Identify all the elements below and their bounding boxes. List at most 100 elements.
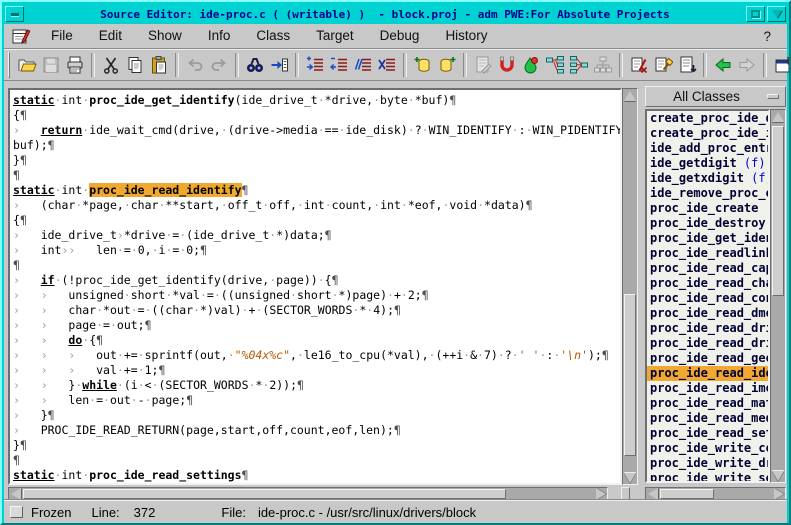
build-edit-button[interactable] [651, 52, 675, 78]
list-scroll-left-arrow[interactable] [646, 488, 659, 500]
list-vscroll-thumb[interactable] [772, 126, 784, 296]
scroll-down-arrow[interactable] [623, 471, 637, 484]
class-list[interactable]: create_proc_ide_drivescreate_proc_ide_in… [645, 109, 770, 483]
function-marker: (f) [744, 171, 768, 185]
mark-drop-button[interactable] [519, 52, 543, 78]
class-list-item[interactable]: proc_ide_get_identify [647, 231, 768, 246]
indent-icon [305, 55, 325, 75]
list-scroll-right-arrow[interactable] [772, 488, 785, 500]
class-list-item[interactable]: proc_ide_read_media [647, 411, 768, 426]
frozen-label: Frozen [31, 505, 71, 520]
add-item-button[interactable] [411, 52, 435, 78]
toolbar-separator [175, 53, 179, 77]
class-list-item[interactable]: proc_ide_write_settings [647, 471, 768, 483]
toolbar-separator [763, 53, 767, 77]
class-list-item[interactable]: create_proc_ide_interfaces [647, 126, 768, 141]
class-list-item[interactable]: ide_add_proc_entries [647, 141, 768, 156]
paste-icon [149, 55, 169, 75]
class-list-item[interactable]: proc_ide_read_settings [647, 426, 768, 441]
save-button [39, 52, 63, 78]
cut-button[interactable] [99, 52, 123, 78]
code-line: ¶ [13, 258, 620, 273]
list-scroll-up-arrow[interactable] [771, 110, 785, 123]
outdent-button[interactable] [327, 52, 351, 78]
class-list-item[interactable]: proc_ide_read_geometry [647, 351, 768, 366]
delete-edit-button[interactable] [627, 52, 651, 78]
menu-class[interactable]: Class [243, 25, 303, 46]
menu-target[interactable]: Target [303, 25, 367, 46]
all-classes-selector[interactable]: All Classes [645, 86, 786, 107]
class-list-item[interactable]: proc_ide_read_config [647, 291, 768, 306]
properties-button[interactable] [771, 52, 791, 78]
open-button[interactable] [15, 52, 39, 78]
class-list-item[interactable]: proc_ide_read_imodel [647, 381, 768, 396]
scroll-up-arrow[interactable] [623, 89, 637, 102]
list-vscrollbar[interactable] [770, 109, 786, 483]
class-list-item[interactable]: ide_getxdigit (f) [647, 171, 768, 186]
editor-hscroll-thumb[interactable] [23, 489, 506, 499]
maximize-button[interactable] [746, 6, 765, 22]
class-list-item[interactable]: ide_getdigit (f) [647, 156, 768, 171]
properties-icon [773, 55, 791, 75]
scroll-left-arrow[interactable] [9, 488, 22, 500]
toolbar-buttons [15, 52, 791, 78]
add-item-icon [413, 55, 433, 75]
class-list-item[interactable]: proc_ide_read_dmodel [647, 306, 768, 321]
list-hscroll-thumb[interactable] [660, 489, 714, 499]
class-list-item[interactable]: proc_ide_read_mate [647, 396, 768, 411]
editor-vscroll-thumb[interactable] [624, 294, 636, 456]
code-line: }¶ [13, 438, 620, 453]
print-button[interactable] [63, 52, 87, 78]
copy-button[interactable] [123, 52, 147, 78]
maximize-icon [751, 10, 760, 18]
find-next-button[interactable] [267, 52, 291, 78]
indent-button[interactable] [303, 52, 327, 78]
go-back-button[interactable] [711, 52, 735, 78]
list-scroll-down-arrow[interactable] [771, 469, 785, 482]
menu-debug[interactable]: Debug [367, 25, 433, 46]
scroll-right-arrow[interactable] [594, 488, 607, 500]
editor-hscrollbar[interactable] [8, 487, 608, 501]
class-list-item[interactable]: proc_ide_create [647, 201, 768, 216]
window-menu-button[interactable] [5, 6, 24, 22]
menu-show[interactable]: Show [135, 25, 195, 46]
class-list-item-selected[interactable]: proc_ide_read_identify [647, 366, 768, 381]
class-list-item[interactable]: proc_ide_write_config [647, 441, 768, 456]
shade-button[interactable] [767, 6, 786, 22]
comment-lines-button[interactable] [351, 52, 375, 78]
help-menu[interactable]: ? [747, 26, 787, 47]
menu-info[interactable]: Info [195, 25, 244, 46]
shade-icon [772, 10, 782, 18]
toolbar-grip[interactable] [8, 52, 10, 78]
menu-file[interactable]: File [38, 25, 86, 46]
code-line: › (char·*page,·char·**start,·off_t·off,·… [13, 198, 620, 213]
editor-vscrollbar[interactable] [622, 88, 638, 485]
class-list-item[interactable]: create_proc_ide_drives [647, 111, 768, 126]
menu-edit[interactable]: Edit [86, 25, 135, 46]
code-line: {¶ [13, 213, 620, 228]
code-editor[interactable]: static·int·proc_ide_get_identify(ide_dri… [8, 88, 622, 485]
class-list-item[interactable]: proc_ide_read_drivers [647, 336, 768, 351]
class-list-item[interactable]: proc_ide_read_channel [647, 276, 768, 291]
paste-button[interactable] [147, 52, 171, 78]
class-list-item[interactable]: ide_remove_proc_entries [647, 186, 768, 201]
class-list-item[interactable]: proc_ide_destroy [647, 216, 768, 231]
collapse-calls-button[interactable] [567, 52, 591, 78]
title-bar[interactable]: Source Editor: ide-proc.c ( (writable) )… [4, 4, 787, 24]
class-list-item[interactable]: proc_ide_read_capacity [647, 261, 768, 276]
load-doc-button[interactable] [675, 52, 699, 78]
frozen-toggle[interactable] [10, 506, 23, 518]
class-list-item[interactable]: proc_ide_write_driver [647, 456, 768, 471]
go-back-icon [713, 55, 733, 75]
expand-calls-button[interactable] [543, 52, 567, 78]
list-hscrollbar[interactable] [645, 487, 786, 501]
uncomment-lines-button[interactable] [375, 52, 399, 78]
class-list-item[interactable]: proc_ide_read_driver [647, 321, 768, 336]
class-list-item[interactable]: proc_ide_readlink [647, 246, 768, 261]
add-file-button[interactable] [435, 52, 459, 78]
magnet-button[interactable] [495, 52, 519, 78]
find-button[interactable] [243, 52, 267, 78]
pane-sash[interactable] [621, 487, 630, 501]
toolbar-separator [91, 53, 95, 77]
menu-history[interactable]: History [432, 25, 500, 46]
